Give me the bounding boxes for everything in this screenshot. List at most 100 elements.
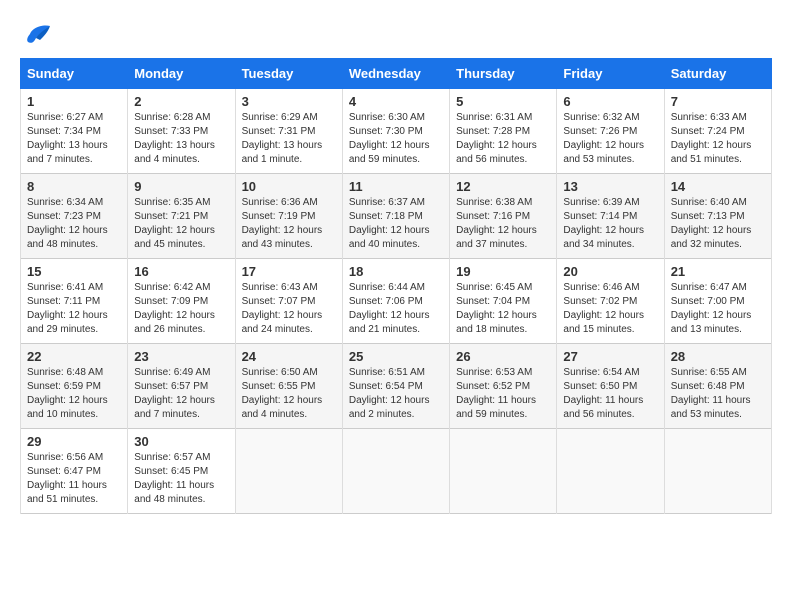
day-number: 6: [563, 94, 657, 109]
calendar-cell: 28 Sunrise: 6:55 AMSunset: 6:48 PMDaylig…: [664, 344, 771, 429]
cell-content: Sunrise: 6:49 AMSunset: 6:57 PMDaylight:…: [134, 366, 228, 422]
day-number: 13: [563, 179, 657, 194]
day-number: 16: [134, 264, 228, 279]
day-number: 28: [671, 349, 765, 364]
calendar-cell: 2 Sunrise: 6:28 AMSunset: 7:33 PMDayligh…: [128, 89, 235, 174]
header-tuesday: Tuesday: [235, 59, 342, 89]
day-number: 8: [27, 179, 121, 194]
calendar-cell: 11 Sunrise: 6:37 AMSunset: 7:18 PMDaylig…: [342, 174, 449, 259]
cell-content: Sunrise: 6:47 AMSunset: 7:00 PMDaylight:…: [671, 281, 765, 337]
cell-content: Sunrise: 6:57 AMSunset: 6:45 PMDaylight:…: [134, 451, 228, 507]
day-number: 17: [242, 264, 336, 279]
calendar-cell: [235, 429, 342, 514]
day-number: 15: [27, 264, 121, 279]
calendar-cell: 10 Sunrise: 6:36 AMSunset: 7:19 PMDaylig…: [235, 174, 342, 259]
cell-content: Sunrise: 6:40 AMSunset: 7:13 PMDaylight:…: [671, 196, 765, 252]
cell-content: Sunrise: 6:29 AMSunset: 7:31 PMDaylight:…: [242, 111, 336, 167]
calendar-cell: 21 Sunrise: 6:47 AMSunset: 7:00 PMDaylig…: [664, 259, 771, 344]
day-number: 25: [349, 349, 443, 364]
calendar-cell: 7 Sunrise: 6:33 AMSunset: 7:24 PMDayligh…: [664, 89, 771, 174]
cell-content: Sunrise: 6:28 AMSunset: 7:33 PMDaylight:…: [134, 111, 228, 167]
cell-content: Sunrise: 6:56 AMSunset: 6:47 PMDaylight:…: [27, 451, 121, 507]
calendar-week-4: 22 Sunrise: 6:48 AMSunset: 6:59 PMDaylig…: [21, 344, 772, 429]
calendar-header-row: SundayMondayTuesdayWednesdayThursdayFrid…: [21, 59, 772, 89]
cell-content: Sunrise: 6:34 AMSunset: 7:23 PMDaylight:…: [27, 196, 121, 252]
calendar-cell: 27 Sunrise: 6:54 AMSunset: 6:50 PMDaylig…: [557, 344, 664, 429]
calendar-week-1: 1 Sunrise: 6:27 AMSunset: 7:34 PMDayligh…: [21, 89, 772, 174]
logo: [20, 20, 52, 48]
day-number: 19: [456, 264, 550, 279]
calendar-cell: 1 Sunrise: 6:27 AMSunset: 7:34 PMDayligh…: [21, 89, 128, 174]
calendar-table: SundayMondayTuesdayWednesdayThursdayFrid…: [20, 58, 772, 514]
cell-content: Sunrise: 6:37 AMSunset: 7:18 PMDaylight:…: [349, 196, 443, 252]
header-wednesday: Wednesday: [342, 59, 449, 89]
header-thursday: Thursday: [450, 59, 557, 89]
cell-content: Sunrise: 6:48 AMSunset: 6:59 PMDaylight:…: [27, 366, 121, 422]
calendar-cell: 6 Sunrise: 6:32 AMSunset: 7:26 PMDayligh…: [557, 89, 664, 174]
cell-content: Sunrise: 6:45 AMSunset: 7:04 PMDaylight:…: [456, 281, 550, 337]
day-number: 21: [671, 264, 765, 279]
calendar-cell: 14 Sunrise: 6:40 AMSunset: 7:13 PMDaylig…: [664, 174, 771, 259]
header-sunday: Sunday: [21, 59, 128, 89]
calendar-cell: 5 Sunrise: 6:31 AMSunset: 7:28 PMDayligh…: [450, 89, 557, 174]
calendar-week-2: 8 Sunrise: 6:34 AMSunset: 7:23 PMDayligh…: [21, 174, 772, 259]
cell-content: Sunrise: 6:33 AMSunset: 7:24 PMDaylight:…: [671, 111, 765, 167]
calendar-cell: 19 Sunrise: 6:45 AMSunset: 7:04 PMDaylig…: [450, 259, 557, 344]
cell-content: Sunrise: 6:39 AMSunset: 7:14 PMDaylight:…: [563, 196, 657, 252]
day-number: 9: [134, 179, 228, 194]
cell-content: Sunrise: 6:51 AMSunset: 6:54 PMDaylight:…: [349, 366, 443, 422]
day-number: 14: [671, 179, 765, 194]
calendar-cell: 16 Sunrise: 6:42 AMSunset: 7:09 PMDaylig…: [128, 259, 235, 344]
cell-content: Sunrise: 6:50 AMSunset: 6:55 PMDaylight:…: [242, 366, 336, 422]
cell-content: Sunrise: 6:54 AMSunset: 6:50 PMDaylight:…: [563, 366, 657, 422]
day-number: 3: [242, 94, 336, 109]
day-number: 12: [456, 179, 550, 194]
cell-content: Sunrise: 6:31 AMSunset: 7:28 PMDaylight:…: [456, 111, 550, 167]
day-number: 29: [27, 434, 121, 449]
header-friday: Friday: [557, 59, 664, 89]
day-number: 2: [134, 94, 228, 109]
calendar-cell: 26 Sunrise: 6:53 AMSunset: 6:52 PMDaylig…: [450, 344, 557, 429]
calendar-cell: 9 Sunrise: 6:35 AMSunset: 7:21 PMDayligh…: [128, 174, 235, 259]
day-number: 11: [349, 179, 443, 194]
calendar-cell: 18 Sunrise: 6:44 AMSunset: 7:06 PMDaylig…: [342, 259, 449, 344]
calendar-cell: 3 Sunrise: 6:29 AMSunset: 7:31 PMDayligh…: [235, 89, 342, 174]
cell-content: Sunrise: 6:44 AMSunset: 7:06 PMDaylight:…: [349, 281, 443, 337]
day-number: 10: [242, 179, 336, 194]
calendar-week-5: 29 Sunrise: 6:56 AMSunset: 6:47 PMDaylig…: [21, 429, 772, 514]
cell-content: Sunrise: 6:35 AMSunset: 7:21 PMDaylight:…: [134, 196, 228, 252]
calendar-cell: 13 Sunrise: 6:39 AMSunset: 7:14 PMDaylig…: [557, 174, 664, 259]
header-monday: Monday: [128, 59, 235, 89]
day-number: 20: [563, 264, 657, 279]
calendar-cell: 29 Sunrise: 6:56 AMSunset: 6:47 PMDaylig…: [21, 429, 128, 514]
day-number: 5: [456, 94, 550, 109]
cell-content: Sunrise: 6:32 AMSunset: 7:26 PMDaylight:…: [563, 111, 657, 167]
calendar-week-3: 15 Sunrise: 6:41 AMSunset: 7:11 PMDaylig…: [21, 259, 772, 344]
page-header: [20, 20, 772, 48]
cell-content: Sunrise: 6:43 AMSunset: 7:07 PMDaylight:…: [242, 281, 336, 337]
cell-content: Sunrise: 6:41 AMSunset: 7:11 PMDaylight:…: [27, 281, 121, 337]
cell-content: Sunrise: 6:42 AMSunset: 7:09 PMDaylight:…: [134, 281, 228, 337]
calendar-cell: 30 Sunrise: 6:57 AMSunset: 6:45 PMDaylig…: [128, 429, 235, 514]
cell-content: Sunrise: 6:38 AMSunset: 7:16 PMDaylight:…: [456, 196, 550, 252]
calendar-cell: [557, 429, 664, 514]
calendar-cell: 12 Sunrise: 6:38 AMSunset: 7:16 PMDaylig…: [450, 174, 557, 259]
calendar-cell: [664, 429, 771, 514]
calendar-cell: 15 Sunrise: 6:41 AMSunset: 7:11 PMDaylig…: [21, 259, 128, 344]
logo-bird-icon: [22, 20, 52, 48]
calendar-cell: 25 Sunrise: 6:51 AMSunset: 6:54 PMDaylig…: [342, 344, 449, 429]
day-number: 4: [349, 94, 443, 109]
day-number: 1: [27, 94, 121, 109]
day-number: 22: [27, 349, 121, 364]
calendar-cell: 24 Sunrise: 6:50 AMSunset: 6:55 PMDaylig…: [235, 344, 342, 429]
cell-content: Sunrise: 6:55 AMSunset: 6:48 PMDaylight:…: [671, 366, 765, 422]
day-number: 23: [134, 349, 228, 364]
day-number: 27: [563, 349, 657, 364]
cell-content: Sunrise: 6:30 AMSunset: 7:30 PMDaylight:…: [349, 111, 443, 167]
day-number: 24: [242, 349, 336, 364]
cell-content: Sunrise: 6:53 AMSunset: 6:52 PMDaylight:…: [456, 366, 550, 422]
day-number: 7: [671, 94, 765, 109]
calendar-cell: 23 Sunrise: 6:49 AMSunset: 6:57 PMDaylig…: [128, 344, 235, 429]
calendar-cell: 8 Sunrise: 6:34 AMSunset: 7:23 PMDayligh…: [21, 174, 128, 259]
day-number: 18: [349, 264, 443, 279]
